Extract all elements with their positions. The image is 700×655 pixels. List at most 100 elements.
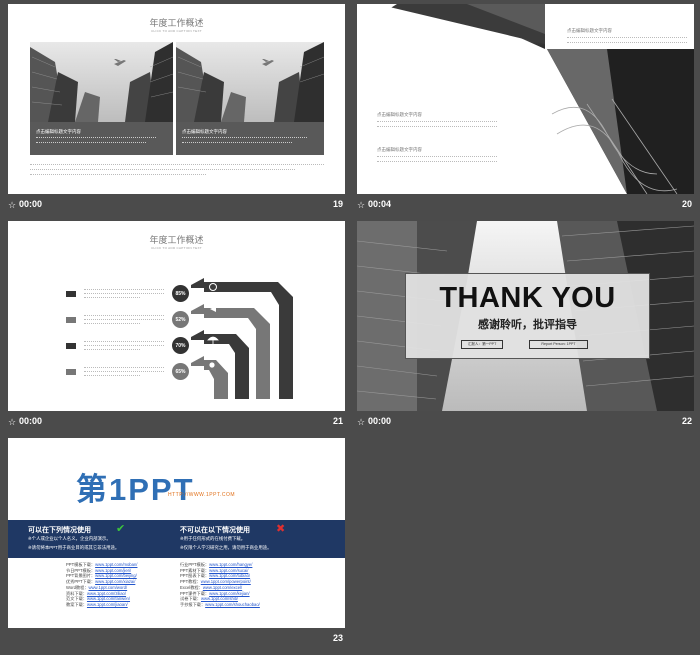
link-label: 手抄报下载： <box>180 601 206 607</box>
row-text <box>84 341 164 350</box>
card-heading: 点击编辑标题文字内容 <box>182 129 227 134</box>
link-label: PPT模板下载： <box>66 562 96 567</box>
cannot-use-item: ※仅限个人学习研究之用，请勿用于商业用途。 <box>180 545 272 550</box>
tagline: 感谢聆听，批评指导 <box>478 319 577 331</box>
link-label: 优秀PPT下载： <box>66 579 96 585</box>
logo: 第1PPT HTTP://WWW.1PPT.COM <box>76 464 235 509</box>
row-text <box>84 315 164 324</box>
link-label: PPT课件下载： <box>180 590 210 596</box>
slide-timing: 00:00 <box>368 416 392 426</box>
link-url[interactable]: www.1ppt.com/ziliao/ <box>87 591 126 596</box>
link-list-left: PPT模板下载：www.1ppt.com/moban/ 节日PPT模板：www.… <box>66 562 137 608</box>
slide-canvas: 年度工作概述 CLICK TO ADD CAPTION TEXT 85% 52% <box>8 221 345 411</box>
link-url[interactable]: www.1ppt.com/moban/ <box>95 562 137 567</box>
slide-subtitle: CLICK TO ADD CAPTION TEXT <box>151 29 202 33</box>
link-url[interactable]: www.1ppt.com/fanwen/ <box>87 596 130 601</box>
slide-thumb-20[interactable]: 点击编辑标题文字内容 点击编辑标题文字内容 点击编辑标题文字内容 ☆ 00:04… <box>357 4 694 214</box>
slide-number: 22 <box>681 416 692 426</box>
link-url[interactable]: www.1ppt.com/jieri/ <box>95 568 131 573</box>
building-photo <box>176 42 324 122</box>
slide-number: 20 <box>681 199 692 209</box>
link-url[interactable]: www.1ppt.com/kejian/ <box>209 591 250 596</box>
link-url[interactable]: www.1ppt.com/sucai/ <box>209 568 248 573</box>
link-label: 教案下载： <box>66 601 87 607</box>
skyscraper-graphic <box>176 42 324 122</box>
link-url[interactable]: www.1ppt.com/jiaoan/ <box>87 602 128 607</box>
can-use-item: ※请勿将本PPT用于商业目的或其它非法用途。 <box>28 545 120 550</box>
slide-thumb-22[interactable]: THANK YOU 感谢聆听，批评指导 汇报人：第一PPT Report Per… <box>357 221 694 431</box>
slide-number: 21 <box>332 416 343 426</box>
headline: THANK YOU <box>439 282 616 314</box>
caption-card: 点击编辑标题文字内容 <box>176 122 324 155</box>
percent-badge: 52% <box>172 311 189 328</box>
block-heading: 点击编辑标题文字内容 <box>567 28 612 33</box>
logo-text: 第1PPT <box>76 472 195 507</box>
percent-badge: 70% <box>172 337 189 354</box>
stat-row: 70% <box>66 337 189 354</box>
thank-you-panel: THANK YOU 感谢聆听，批评指导 汇报人：第一PPT Report Per… <box>405 273 650 359</box>
link-label: 节日PPT模板： <box>66 567 96 573</box>
stat-row: 52% <box>66 311 189 328</box>
link-row: 教案下载：www.1ppt.com/jiaoan/ <box>66 602 137 608</box>
slide-canvas: 年度工作概述 CLICK TO ADD CAPTION TEXT 点击编辑标题文… <box>8 4 345 194</box>
text-block: 点击编辑标题文字内容 <box>377 147 497 162</box>
slide-thumb-23[interactable]: 第1PPT HTTP://WWW.1PPT.COM 可以在下列情况使用 ✔ ※个… <box>8 438 345 648</box>
link-label: 范文下载： <box>66 596 87 602</box>
percent-badge: 65% <box>172 363 189 380</box>
slide-thumb-21[interactable]: 年度工作概述 CLICK TO ADD CAPTION TEXT 85% 52% <box>8 221 345 431</box>
link-list-right: 行业PPT模板：www.1ppt.com/hangye/ PPT素材下载：www… <box>180 562 260 608</box>
slide-meta: ☆ 00:04 20 <box>357 196 694 214</box>
star-icon[interactable]: ☆ <box>357 417 365 428</box>
slide-thumb-19[interactable]: 年度工作概述 CLICK TO ADD CAPTION TEXT 点击编辑标题文… <box>8 4 345 214</box>
bullet-square <box>66 342 76 349</box>
cross-icon: ✖ <box>276 523 286 535</box>
building-photo <box>30 42 173 122</box>
link-url[interactable]: www.1ppt.com/xiazai/ <box>95 579 135 584</box>
link-label: 试卷下载： <box>180 596 201 602</box>
text-block: 点击编辑标题文字内容 <box>567 28 687 43</box>
link-url[interactable]: www.1ppt.com/word/ <box>89 585 128 590</box>
slide-canvas: 第1PPT HTTP://WWW.1PPT.COM 可以在下列情况使用 ✔ ※个… <box>8 438 345 628</box>
filler-text <box>30 164 324 175</box>
slide-title: 年度工作概述 <box>149 18 204 28</box>
logo-url: HTTP://WWW.1PPT.COM <box>168 492 235 498</box>
usage-banner: 可以在下列情况使用 ✔ ※个人或企业以个人名义，企业内部演示。 ※请勿将本PPT… <box>8 520 345 558</box>
slide-canvas: 点击编辑标题文字内容 点击编辑标题文字内容 点击编辑标题文字内容 <box>357 4 694 194</box>
block-heading: 点击编辑标题文字内容 <box>377 147 422 152</box>
link-url[interactable]: www.1ppt.com/beijing/ <box>95 573 137 578</box>
link-label: PPT图表下载： <box>180 573 210 579</box>
presenter-button[interactable]: 汇报人：第一PPT <box>461 340 503 349</box>
link-url[interactable]: www.1ppt.com/tubiao/ <box>209 573 250 578</box>
block-heading: 点击编辑标题文字内容 <box>377 112 422 117</box>
text-block: 点击编辑标题文字内容 <box>377 112 497 127</box>
link-label: PPT素材下载： <box>180 567 210 573</box>
percent-badge: 85% <box>172 285 189 302</box>
slide-meta: ☆ 00:00 21 <box>8 413 345 431</box>
link-url[interactable]: www.1ppt.com/hangye/ <box>209 562 252 567</box>
check-icon: ✔ <box>116 523 126 535</box>
cannot-use-title: 不可以在以下情况使用 <box>180 527 250 534</box>
link-label: PPT背景图片： <box>66 573 96 579</box>
bullet-square <box>66 316 76 323</box>
report-button[interactable]: Report Person: 1PPT <box>529 340 588 349</box>
star-icon[interactable]: ☆ <box>8 417 16 428</box>
slide-number: 23 <box>332 633 343 643</box>
card-heading: 点击编辑标题文字内容 <box>36 129 81 134</box>
can-use-title: 可以在下列情况使用 <box>28 527 91 534</box>
link-url[interactable]: www.1ppt.com/powerpoint/ <box>201 579 251 584</box>
link-row: 手抄报下载：www.1ppt.com/shouchaobao/ <box>180 602 260 608</box>
link-url[interactable]: www.1ppt.com/shouchaobao/ <box>205 602 260 607</box>
link-label: Excel教程： <box>180 584 203 590</box>
link-url[interactable]: www.1ppt.com/shiti/ <box>201 596 238 601</box>
star-icon[interactable]: ☆ <box>357 200 365 211</box>
cannot-use-item: ※用于任何形式的在线付费下载。 <box>180 536 246 541</box>
link-label: PPT教程： <box>180 579 201 585</box>
star-icon[interactable]: ☆ <box>8 200 16 211</box>
caption-card: 点击编辑标题文字内容 <box>30 122 173 155</box>
link-url[interactable]: www.1ppt.com/excel/ <box>203 585 242 590</box>
row-text <box>84 289 164 298</box>
bullet-square <box>66 368 76 375</box>
slide-number: 19 <box>332 199 343 209</box>
slide-canvas: THANK YOU 感谢聆听，批评指导 汇报人：第一PPT Report Per… <box>357 221 694 411</box>
stat-row: 85% <box>66 285 189 302</box>
